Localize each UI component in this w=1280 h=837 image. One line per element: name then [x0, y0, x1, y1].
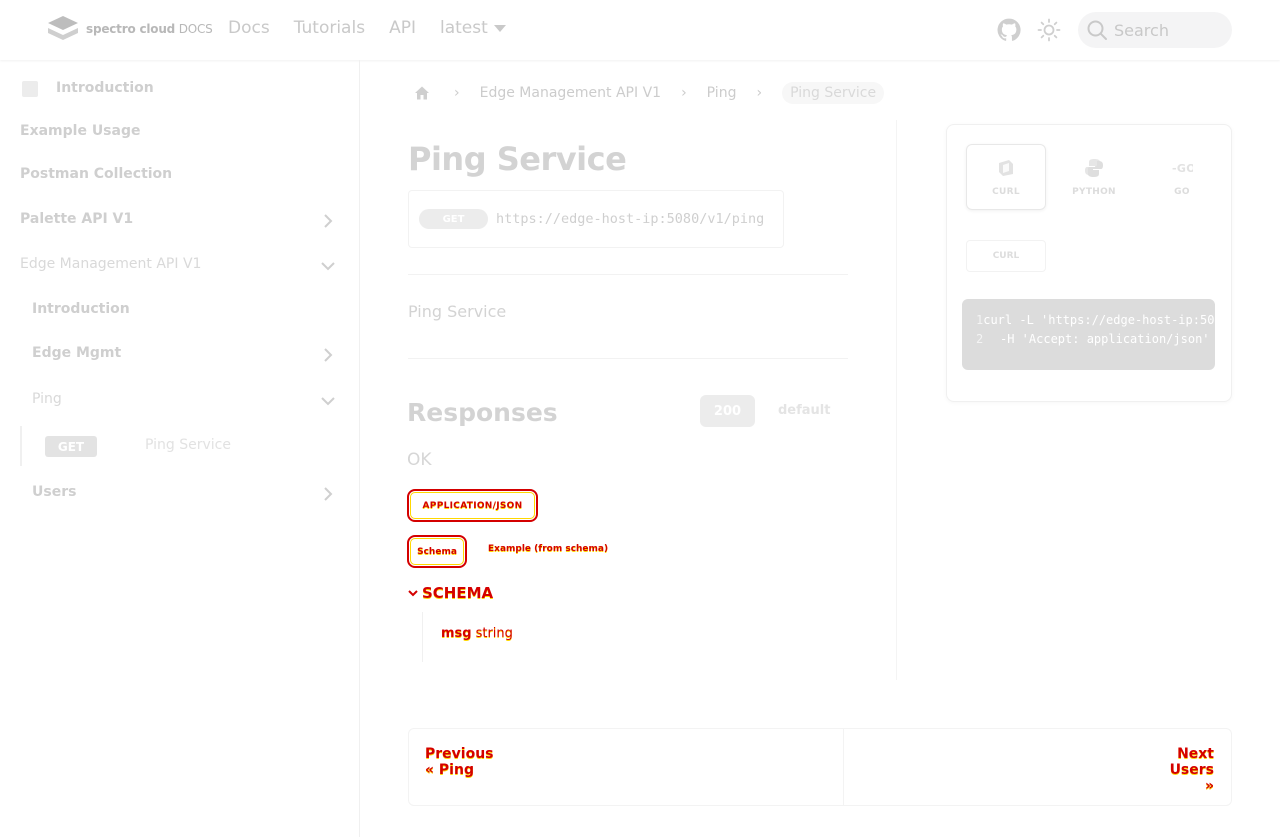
endpoint-box: GET https://edge-host-ip:5080/v1/ping [408, 190, 784, 248]
endpoint-description: Ping Service [408, 302, 507, 321]
schema-field-type: string [475, 626, 513, 641]
search-box[interactable] [1078, 12, 1232, 48]
chevron-right-icon[interactable] [320, 347, 336, 363]
pagination-next-label: Next [1177, 746, 1214, 762]
spectro-cloud-logo[interactable]: spectro cloud DOCS [46, 14, 213, 44]
method-badge-get: GET [419, 209, 488, 229]
lang-tab-curl[interactable]: CURL [966, 144, 1046, 210]
home-icon[interactable] [414, 85, 430, 101]
endpoint-url: https://edge-host-ip:5080/v1/ping [496, 211, 765, 227]
pagination-previous-link[interactable]: Previous « Ping [425, 746, 494, 778]
pagination-next-title: Users » [1169, 762, 1214, 794]
sidebar-item-ping-service[interactable]: Ping Service [145, 437, 231, 453]
pagination-next-link[interactable]: Next Users » [1158, 746, 1214, 794]
lang-tab-label: GO [1174, 187, 1190, 197]
schema-toggle[interactable]: SCHEMA [408, 584, 493, 602]
column-divider [896, 120, 897, 680]
go-icon: -GO [1172, 162, 1193, 175]
divider [408, 358, 848, 359]
breadcrumb-ping[interactable]: Ping [707, 85, 737, 101]
chevron-down-icon[interactable] [320, 393, 336, 409]
checkbox-icon [22, 81, 38, 97]
logo-text: spectro cloud DOCS [86, 22, 213, 36]
lang-tab-label: CURL [992, 187, 1020, 197]
response-code-200-tab[interactable]: 200 [700, 395, 755, 427]
example-tab[interactable]: Example (from schema) [488, 544, 608, 554]
line-number: 1 [976, 313, 984, 327]
nav-link-tutorials[interactable]: Tutorials [294, 18, 365, 38]
breadcrumb-separator: › [454, 85, 460, 101]
code-text: curl -L 'https://edge-host-ip:5080/v1/pi… [983, 313, 1215, 327]
code-text: -H 'Accept: application/json' [1000, 332, 1210, 346]
curl-icon [999, 160, 1013, 176]
sidebar-subitem-users[interactable]: Users [32, 484, 76, 500]
sidebar-item-postman-collection[interactable]: Postman Collection [20, 166, 172, 182]
responses-heading: Responses [407, 398, 558, 427]
chevron-right-icon[interactable] [320, 486, 336, 502]
pagination-previous-title: « Ping [425, 762, 474, 778]
line-number: 2 [976, 332, 984, 346]
chevron-down-icon [408, 590, 418, 597]
method-badge-get: GET [45, 436, 97, 457]
caret-down-icon [493, 24, 506, 32]
python-icon [1085, 159, 1103, 177]
response-status-text: OK [407, 450, 432, 470]
response-code-default-tab[interactable]: default [778, 403, 830, 418]
mime-type-tab[interactable]: APPLICATION/JSON [407, 489, 538, 522]
nav-link-api[interactable]: API [389, 18, 416, 38]
pagination-nav [408, 728, 1232, 806]
lang-tab-go[interactable]: -GO GO [1142, 144, 1222, 210]
sidebar-subitem-ping[interactable]: Ping [32, 391, 62, 407]
logo-mark-icon [48, 16, 78, 40]
sidebar: Introduction Example Usage Postman Colle… [0, 60, 360, 837]
github-icon[interactable] [996, 17, 1022, 43]
pagination-divider [843, 728, 844, 806]
sidebar-item-edge-management-api-v1[interactable]: Edge Management API V1 [20, 256, 201, 272]
divider [408, 274, 848, 275]
schema-tab[interactable]: Schema [407, 535, 467, 568]
search-input[interactable] [1114, 20, 1224, 40]
chevron-down-icon[interactable] [320, 258, 336, 274]
svg-text:-GO: -GO [1172, 162, 1193, 175]
version-dropdown[interactable]: latest [440, 18, 506, 38]
chevron-right-icon[interactable] [320, 213, 336, 229]
code-block: 1curl -L 'https://edge-host-ip:5080/v1/p… [962, 299, 1215, 370]
breadcrumb-separator: › [681, 85, 687, 101]
schema-field-row: msg string [422, 612, 513, 662]
version-label: latest [439, 18, 488, 38]
lang-tab-python[interactable]: PYTHON [1054, 144, 1134, 210]
nav-link-docs[interactable]: Docs [228, 18, 270, 38]
top-navbar: spectro cloud DOCS Docs Tutorials API la… [0, 0, 1280, 60]
sidebar-item-example-usage[interactable]: Example Usage [20, 123, 140, 139]
schema-field-name: msg [441, 626, 472, 641]
sidebar-item-introduction[interactable]: Introduction [56, 80, 154, 96]
search-icon [1087, 20, 1107, 40]
lang-tab-label: PYTHON [1072, 187, 1116, 197]
sidebar-subitem-edge-mgmt[interactable]: Edge Mgmt [32, 345, 121, 361]
breadcrumb: › Edge Management API V1 › Ping › Ping S… [414, 80, 885, 106]
sidebar-subitem-introduction[interactable]: Introduction [32, 301, 130, 317]
schema-label: SCHEMA [422, 584, 494, 602]
code-line: 2 -H 'Accept: application/json' [976, 332, 1215, 351]
pagination-previous-label: Previous [425, 746, 494, 762]
sidebar-item-palette-api-v1[interactable]: Palette API V1 [20, 211, 133, 227]
theme-toggle-sun-icon[interactable] [1037, 18, 1061, 42]
breadcrumb-separator: › [756, 85, 763, 101]
code-sub-tab-curl[interactable]: CURL [966, 240, 1046, 272]
breadcrumb-edge-management[interactable]: Edge Management API V1 [480, 85, 661, 101]
page-title: Ping Service [408, 140, 627, 178]
code-line: 1curl -L 'https://edge-host-ip:5080/v1/p… [976, 313, 1215, 332]
breadcrumb-current: Ping Service [782, 82, 885, 104]
